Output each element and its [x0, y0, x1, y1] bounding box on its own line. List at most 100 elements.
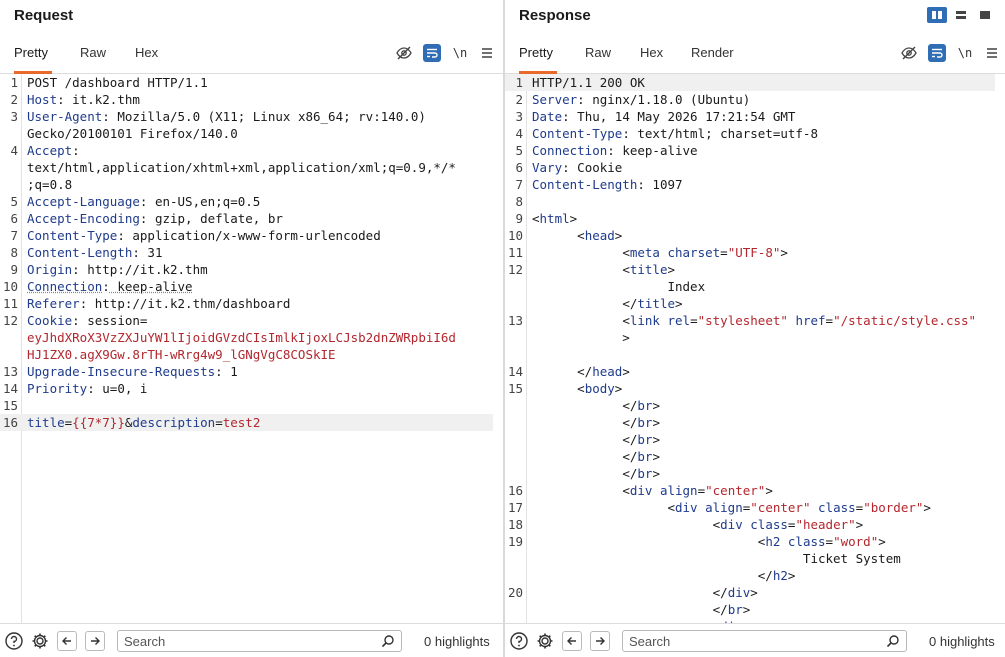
- code-text: Connection: keep-alive: [532, 143, 698, 158]
- code-line: 6 Vary: Cookie: [505, 159, 995, 176]
- layout-side-by-side-icon[interactable]: [927, 7, 947, 23]
- html-attr-name: class: [787, 534, 826, 549]
- header-name: Connection: [27, 279, 103, 294]
- line-number: 11: [507, 245, 523, 260]
- code-text: Priority: u=0, i: [27, 381, 148, 396]
- gear-icon[interactable]: [30, 631, 50, 651]
- html-tag-name: html: [539, 211, 570, 226]
- line-number: 14: [507, 364, 523, 379]
- highlights-count: 0 highlights: [424, 634, 490, 649]
- code-line: 5 Accept-Language: en-US,en;q=0.5: [0, 193, 493, 210]
- header-value: gzip, deflate, br: [147, 211, 283, 226]
- response-title: Response: [519, 7, 591, 24]
- newline-toggle[interactable]: \n: [956, 44, 974, 62]
- code-text: HTTP/1.1 200 OK: [532, 74, 995, 91]
- line-number: 9: [515, 211, 523, 226]
- header-name: Accept-Language: [27, 194, 140, 209]
- code-line: 15 <body>: [505, 380, 995, 397]
- response-editor[interactable]: 1 HTTP/1.1 200 OK 2 Server: nginx/1.18.0 (U…: [505, 74, 1005, 623]
- code-text: <link rel="stylesheet" href="/static/sty…: [622, 313, 977, 328]
- html-tag-name: head: [592, 364, 623, 379]
- forward-arrow-icon[interactable]: [85, 631, 105, 651]
- forward-arrow-icon[interactable]: [590, 631, 610, 651]
- header-name: Connection: [532, 143, 608, 158]
- html-attr-value: "header": [795, 517, 856, 532]
- code-line: Gecko/20100101 Firefox/140.0: [0, 125, 493, 142]
- back-arrow-icon[interactable]: [562, 631, 582, 651]
- code-line: 9 <html>: [505, 210, 995, 227]
- code-text: </br>: [622, 449, 660, 464]
- response-footer: 0 highlights: [505, 623, 1005, 657]
- header-name: Content-Length: [27, 245, 133, 260]
- layout-stacked-icon[interactable]: [951, 7, 971, 23]
- code-text: Vary: Cookie: [532, 160, 623, 175]
- menu-icon[interactable]: [478, 44, 496, 62]
- line-number: 6: [10, 211, 18, 226]
- header-name: Content-Type: [532, 126, 623, 141]
- request-title: Request: [14, 7, 74, 24]
- help-icon[interactable]: [4, 631, 24, 651]
- eye-off-icon[interactable]: [395, 44, 413, 62]
- code-text: User-Agent: Mozilla/5.0 (X11; Linux x86_…: [27, 109, 426, 124]
- html-attr-name: align: [705, 500, 743, 515]
- wrap-icon[interactable]: [928, 44, 946, 62]
- help-icon[interactable]: [509, 631, 529, 651]
- html-attr-name: align: [659, 483, 698, 498]
- response-tab-hex[interactable]: Hex: [640, 40, 663, 74]
- line-number: 12: [507, 262, 523, 277]
- request-tab-raw[interactable]: Raw: [80, 40, 106, 74]
- header-name: Accept-Encoding: [27, 211, 140, 226]
- request-search-box[interactable]: [117, 630, 402, 652]
- code-text: </br>: [712, 602, 751, 617]
- line-number: 8: [515, 194, 523, 209]
- code-line: Index: [505, 278, 995, 295]
- request-tab-pretty[interactable]: Pretty: [14, 40, 52, 74]
- newline-toggle[interactable]: \n: [451, 44, 469, 62]
- code-line: </br>: [505, 465, 995, 482]
- menu-icon[interactable]: [983, 44, 1001, 62]
- code-text: </head>: [577, 364, 630, 379]
- header-value: text/html; charset=utf-8: [629, 126, 818, 141]
- html-tag-name: div: [720, 517, 743, 532]
- request-tab-hex[interactable]: Hex: [135, 40, 158, 74]
- response-tab-render[interactable]: Render: [691, 40, 734, 74]
- code-line: 9 Origin: http://it.k2.thm: [0, 261, 493, 278]
- search-icon[interactable]: [886, 634, 900, 653]
- response-search-input[interactable]: [629, 633, 869, 649]
- header-value: http://it.k2.thm/dashboard: [87, 296, 291, 311]
- code-line: 4 Accept:: [0, 142, 493, 159]
- code-text: </title>: [622, 296, 683, 311]
- code-line: </br>: [505, 601, 995, 618]
- code-line: 2 Host: it.k2.thm: [0, 91, 493, 108]
- code-text: Referer: http://it.k2.thm/dashboard: [27, 296, 291, 311]
- request-editor[interactable]: 1 POST /dashboard HTTP/1.1 2 Host: it.k2.th…: [0, 74, 503, 623]
- line-number: 6: [515, 160, 523, 175]
- response-tab-pretty[interactable]: Pretty: [519, 40, 557, 74]
- line-number: 7: [10, 228, 18, 243]
- param-value: test2: [222, 415, 261, 430]
- code-plain: >: [532, 330, 630, 345]
- back-arrow-icon[interactable]: [57, 631, 77, 651]
- param-value: {{7*7}}: [72, 415, 125, 430]
- gear-icon[interactable]: [535, 631, 555, 651]
- request-search-input[interactable]: [124, 633, 364, 649]
- eye-off-icon[interactable]: [900, 44, 918, 62]
- search-icon[interactable]: [381, 634, 395, 653]
- response-tab-raw[interactable]: Raw: [585, 40, 611, 74]
- code-plain: ;q=0.8: [27, 177, 73, 192]
- code-line: ;q=0.8: [0, 176, 493, 193]
- line-number: 1: [515, 75, 523, 90]
- html-attr-value: "/static/style.css": [833, 313, 977, 328]
- layout-tabs-icon[interactable]: [975, 7, 995, 23]
- wrap-icon[interactable]: [423, 44, 441, 62]
- code-text: <head>: [577, 228, 623, 243]
- html-tag-name: title: [629, 262, 668, 277]
- code-line: 7 Content-Type: application/x-www-form-ur…: [0, 227, 493, 244]
- response-search-box[interactable]: [622, 630, 907, 652]
- code-text: Content-Length: 31: [27, 245, 163, 260]
- header-name: Content-Length: [532, 177, 638, 192]
- code-text: <div align="center">: [622, 483, 773, 498]
- code-text: Content-Length: 1097: [532, 177, 683, 192]
- header-value: nginx/1.18.0 (Ubuntu): [584, 92, 751, 107]
- code-text: ;q=0.8: [27, 176, 493, 193]
